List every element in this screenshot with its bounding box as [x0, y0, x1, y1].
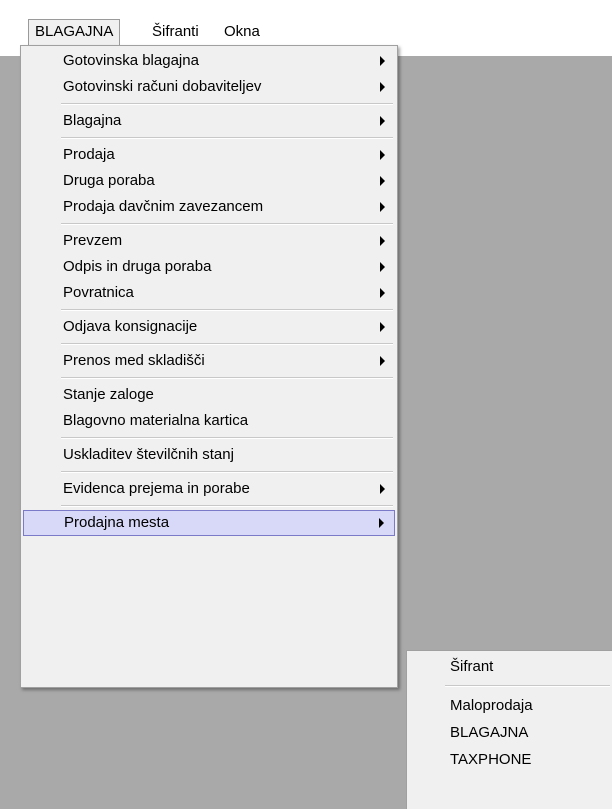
submenu-arrow-icon: [380, 236, 385, 246]
menu-item-stanje-zaloge[interactable]: Stanje zaloge: [23, 382, 395, 408]
menu-item-label: Blagovno materialna kartica: [63, 412, 249, 429]
submenu-arrow-icon: [380, 150, 385, 160]
menu-item-label: Prodajna mesta: [64, 514, 170, 531]
menu-item-gotovinska-blagajna[interactable]: Gotovinska blagajna: [23, 48, 395, 74]
menu-item-prodaja-davcnim-zavezancem[interactable]: Prodaja davčnim zavezancem: [23, 194, 395, 220]
menu-item-odpis-in-druga-poraba[interactable]: Odpis in druga poraba: [23, 254, 395, 280]
menu-item-label: Prenos med skladišči: [63, 352, 205, 369]
menu-item-prodajna-mesta[interactable]: Prodajna mesta: [23, 510, 395, 536]
menubar-item-blagajna[interactable]: BLAGAJNA: [28, 19, 121, 46]
submenu-arrow-icon: [379, 518, 384, 528]
submenu-arrow-icon: [380, 484, 385, 494]
menu-item-label: Povratnica: [63, 284, 134, 301]
menu-item-sifrant[interactable]: Šifrant: [409, 653, 610, 680]
menu-item-label: Druga poraba: [63, 172, 155, 189]
menu-separator: [61, 505, 393, 507]
menu-separator: [61, 377, 393, 379]
menu-item-blagajna[interactable]: BLAGAJNA: [409, 719, 610, 746]
menu-separator: [445, 685, 610, 687]
menu-separator: [61, 103, 393, 105]
menu-separator: [61, 437, 393, 439]
submenu-arrow-icon: [380, 82, 385, 92]
menu-separator: [61, 471, 393, 473]
prodajna-mesta-submenu: Šifrant Maloprodaja BLAGAJNA TAXPHONE: [406, 650, 612, 809]
menu-item-label: BLAGAJNA: [450, 724, 529, 741]
menu-item-druga-poraba[interactable]: Druga poraba: [23, 168, 395, 194]
submenu-arrow-icon: [380, 322, 385, 332]
menu-separator: [61, 223, 393, 225]
menu-separator: [61, 137, 393, 139]
menu-item-label: Uskladitev številčnih stanj: [63, 446, 234, 463]
submenu-arrow-icon: [380, 202, 385, 212]
menu-item-label: Blagajna: [63, 112, 122, 129]
menu-item-label: Odpis in druga poraba: [63, 258, 212, 275]
menu-item-uskladitev-stevilcnih-stanj[interactable]: Uskladitev številčnih stanj: [23, 442, 395, 468]
menu-item-label: Gotovinska blagajna: [63, 52, 199, 69]
menubar-item-okna[interactable]: Okna: [218, 19, 266, 45]
menu-item-label: Prodaja davčnim zavezancem: [63, 198, 264, 215]
submenu-arrow-icon: [380, 176, 385, 186]
submenu-arrow-icon: [380, 56, 385, 66]
blagajna-dropdown-menu: Gotovinska blagajna Gotovinski računi dob…: [20, 45, 398, 688]
menu-item-label: Maloprodaja: [450, 697, 533, 714]
menu-separator: [61, 309, 393, 311]
menu-item-prevzem[interactable]: Prevzem: [23, 228, 395, 254]
submenu-arrow-icon: [380, 356, 385, 366]
menu-separator: [61, 343, 393, 345]
menu-item-label: Evidenca prejema in porabe: [63, 480, 250, 497]
menubar-item-sifranti[interactable]: Šifranti: [146, 19, 205, 45]
menu-item-odjava-konsignacije[interactable]: Odjava konsignacije: [23, 314, 395, 340]
submenu-arrow-icon: [380, 116, 385, 126]
menu-item-label: Odjava konsignacije: [63, 318, 198, 335]
menu-item-label: Prodaja: [63, 146, 115, 163]
menu-item-blagajna[interactable]: Blagajna: [23, 108, 395, 134]
submenu-arrow-icon: [380, 262, 385, 272]
menu-item-label: Stanje zaloge: [63, 386, 154, 403]
menu-item-label: Prevzem: [63, 232, 123, 249]
menu-item-povratnica[interactable]: Povratnica: [23, 280, 395, 306]
menu-item-evidenca-prejema-in-porabe[interactable]: Evidenca prejema in porabe: [23, 476, 395, 502]
menu-item-taxphone[interactable]: TAXPHONE: [409, 746, 610, 773]
menu-item-label: TAXPHONE: [450, 751, 532, 768]
menu-item-prodaja[interactable]: Prodaja: [23, 142, 395, 168]
menu-item-label: Gotovinski računi dobaviteljev: [63, 78, 262, 95]
menu-item-maloprodaja[interactable]: Maloprodaja: [409, 692, 610, 719]
submenu-arrow-icon: [380, 288, 385, 298]
menu-item-gotovinski-racuni-dobaviteljev[interactable]: Gotovinski računi dobaviteljev: [23, 74, 395, 100]
menu-item-prenos-med-skladisci[interactable]: Prenos med skladišči: [23, 348, 395, 374]
menu-item-label: Šifrant: [450, 658, 494, 675]
menu-item-blagovno-materialna-kartica[interactable]: Blagovno materialna kartica: [23, 408, 395, 434]
